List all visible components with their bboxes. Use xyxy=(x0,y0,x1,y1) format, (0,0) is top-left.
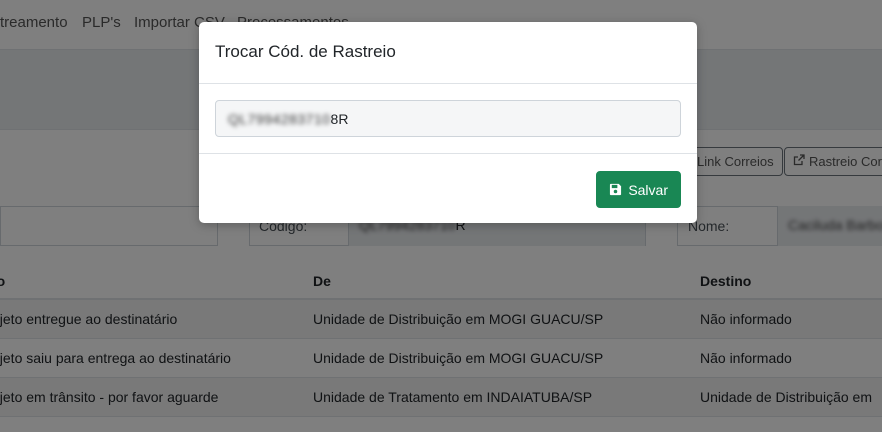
tracking-code-masked: QL7994283710 xyxy=(228,110,331,127)
tracking-code-suffix: 8R xyxy=(330,110,349,127)
save-label: Salvar xyxy=(628,181,668,198)
save-icon xyxy=(609,183,622,196)
tracking-code-input[interactable]: QL7994283710 8R xyxy=(215,100,681,137)
modal-header: Trocar Cód. de Rastreio xyxy=(199,22,697,84)
trocar-codigo-modal: Trocar Cód. de Rastreio QL7994283710 8R S… xyxy=(199,22,697,223)
modal-footer: Salvar xyxy=(199,154,697,222)
modal-title: Trocar Cód. de Rastreio xyxy=(215,42,396,61)
save-button[interactable]: Salvar xyxy=(596,171,681,208)
modal-body: QL7994283710 8R xyxy=(199,84,697,154)
